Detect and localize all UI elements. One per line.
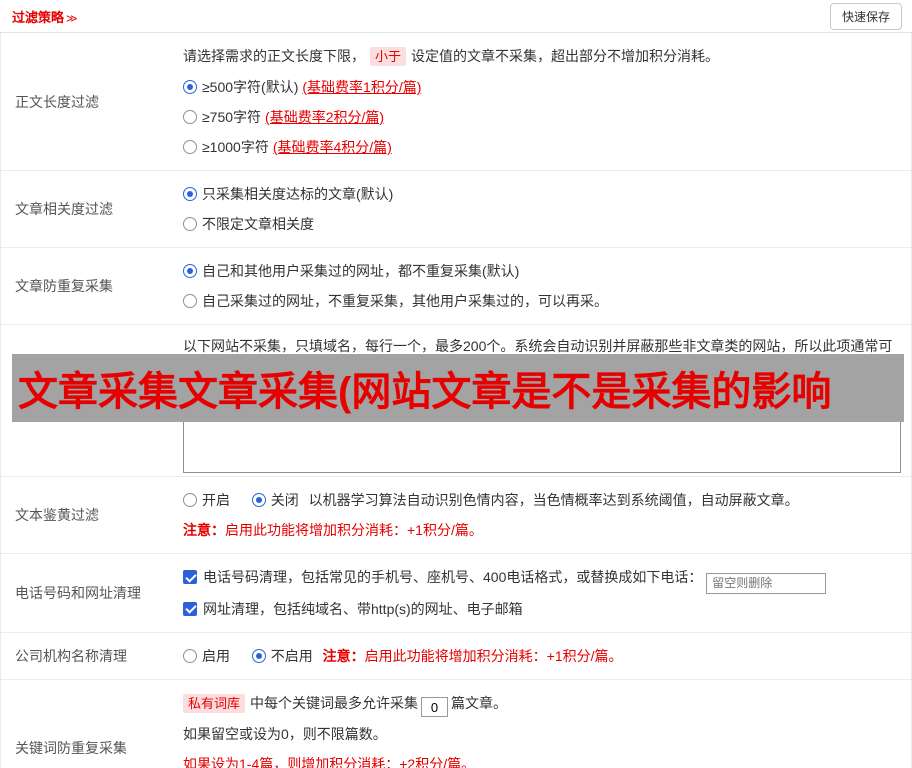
relevance-option-any[interactable]: 不限定文章相关度 [183,209,901,239]
option-label: ≥500字符(默认) [202,79,299,95]
porn-desc: 以机器学习算法自动识别色情内容，当色情概率达到系统阈值，自动屏蔽文章。 [308,492,799,508]
porn-option-on[interactable]: 开启 [183,492,230,508]
dedupe-option-self[interactable]: 自己采集过的网址，不重复采集，其他用户采集过的，可以再采。 [183,286,901,316]
porn-options-line: 开启 关闭 以机器学习算法自动识别色情内容，当色情概率达到系统阈值，自动屏蔽文章… [183,485,901,515]
length-intro: 请选择需求的正文长度下限， 小于 设定值的文章不采集，超出部分不增加积分消耗。 [183,41,901,72]
row-content-dedupe: 自己和其他用户采集过的网址，都不重复采集(默认) 自己采集过的网址，不重复采集，… [183,248,911,324]
row-company-cleanup: 公司机构名称清理 启用 不启用 注意：启用此功能将增加积分消耗：+1积分/篇。 [1,633,911,680]
row-content-porn: 开启 关闭 以机器学习算法自动识别色情内容，当色情概率达到系统阈值，自动屏蔽文章… [183,477,911,553]
option-label: 电话号码清理，包括常见的手机号、座机号、400电话格式，或替换成如下电话： [203,569,703,585]
checkbox-icon[interactable] [183,570,197,584]
topbar: 过滤策略 ≫ 快速保存 [0,0,912,33]
row-keyword-dedupe: 关键词防重复采集 私有词库中每个关键词最多允许采集 篇文章。 如果留空或设为0，则… [1,680,911,768]
company-note: 注意：启用此功能将增加积分消耗：+1积分/篇。 [323,648,623,664]
length-option-500[interactable]: ≥500字符(默认) (基础费率1积分/篇) [183,72,901,102]
note-prefix: 注意： [183,522,225,538]
note-body: 启用此功能将增加积分消耗：+1积分/篇。 [225,522,483,538]
porn-option-off[interactable]: 关闭 [251,492,299,508]
row-label-keyword: 关键词防重复采集 [15,740,127,756]
option-label: 只采集相关度达标的文章(默认) [202,186,394,202]
radio-icon[interactable] [183,140,197,154]
dedupe-option-global[interactable]: 自己和其他用户采集过的网址，都不重复采集(默认) [183,256,901,286]
length-option-750[interactable]: ≥750字符 (基础费率2积分/篇) [183,102,901,132]
radio-icon[interactable] [251,648,266,663]
private-thesaurus-tag: 私有词库 [183,693,246,713]
option-label: 网址清理，包括纯域名、带http(s)的网址、电子邮箱 [203,600,523,617]
option-label: 不启用 [270,647,313,664]
length-intro-post: 设定值的文章不采集，超出部分不增加积分消耗。 [411,48,720,64]
row-content-company: 启用 不启用 注意：启用此功能将增加积分消耗：+1积分/篇。 [183,633,911,679]
keyword-line-1: 私有词库中每个关键词最多允许采集 篇文章。 [183,688,901,719]
length-option-1000[interactable]: ≥1000字符 (基础费率4积分/篇) [183,132,901,162]
collapse-chevron-icon: ≫ [66,12,78,25]
row-label-length: 正文长度过滤 [15,93,99,110]
relevance-option-strict[interactable]: 只采集相关度达标的文章(默认) [183,179,901,209]
watermark-text: 文章采集文章采集(网站文章是不是采集的影响 [18,370,832,414]
row-content-keyword: 私有词库中每个关键词最多允许采集 篇文章。 如果留空或设为0，则不限篇数。 如果设… [183,680,911,768]
row-label-relevance: 文章相关度过滤 [15,201,113,217]
row-phone-url-cleanup: 电话号码和网址清理 电话号码清理，包括常见的手机号、座机号、400电话格式，或替… [1,554,911,633]
option-label: ≥1000字符 [202,139,269,155]
less-than-tag: 小于 [370,47,407,66]
note-body: 启用此功能将增加积分消耗：+1积分/篇。 [364,647,623,664]
note-prefix: 注意： [322,647,365,664]
radio-icon[interactable] [183,187,197,201]
radio-icon[interactable] [183,110,197,124]
option-label: 启用 [202,647,230,664]
filter-strategy-page: 过滤策略 ≫ 快速保存 正文长度过滤 请选择需求的正文长度下限， 小于 设定值的文章不… [0,0,912,768]
radio-icon[interactable] [183,648,197,663]
keyword-line1-post: 篇文章。 [451,694,508,711]
page-title-text: 过滤策略 [12,9,65,25]
radio-icon[interactable] [183,264,197,278]
row-content-phone: 电话号码清理，包括常见的手机号、座机号、400电话格式，或替换成如下电话： 网址… [183,554,911,632]
watermark-overlay-banner: 文章采集文章采集(网站文章是不是采集的影响 [12,354,904,422]
row-label-dedupe: 文章防重复采集 [15,278,113,294]
option-label: 自己采集过的网址，不重复采集，其他用户采集过的，可以再采。 [202,293,608,309]
page-title[interactable]: 过滤策略 ≫ [12,7,78,26]
row-label-porn: 文本鉴黄过滤 [15,507,99,523]
row-porn-filter: 文本鉴黄过滤 开启 关闭 以机器学习算法自动识别色情内容，当色情概率达到系统阈值… [1,477,911,554]
row-content-relevance: 只采集相关度达标的文章(默认) 不限定文章相关度 [183,171,911,247]
option-label: 自己和其他用户采集过的网址，都不重复采集(默认) [202,263,520,279]
fee-label: (基础费率4积分/篇) [272,139,392,155]
fee-label: (基础费率2积分/篇) [265,109,385,125]
row-relevance-filter: 文章相关度过滤 只采集相关度达标的文章(默认) 不限定文章相关度 [1,171,911,248]
max-articles-input[interactable] [421,697,449,717]
radio-icon[interactable] [183,80,197,94]
option-label: ≥750字符 [202,109,262,125]
keyword-line1-mid: 中每个关键词最多允许采集 [250,694,419,711]
keyword-line-2: 如果留空或设为0，则不限篇数。 [183,725,387,742]
radio-icon[interactable] [183,493,197,507]
option-label: 关闭 [270,492,299,508]
radio-icon[interactable] [183,217,197,231]
company-option-on[interactable]: 启用 [183,648,230,664]
quick-save-button[interactable]: 快速保存 [829,2,902,30]
phone-cleanup-option[interactable]: 电话号码清理，包括常见的手机号、座机号、400电话格式，或替换成如下电话： [183,562,901,594]
radio-icon[interactable] [183,294,197,308]
radio-icon[interactable] [251,493,266,507]
company-option-off[interactable]: 不启用 [251,647,313,664]
replacement-phone-input[interactable] [706,572,827,594]
keyword-line-3: 如果设为1-4篇，则增加积分消耗：+2积分/篇。 [183,755,476,768]
porn-note: 注意：启用此功能将增加积分消耗：+1积分/篇。 [183,515,901,545]
url-cleanup-option[interactable]: 网址清理，包括纯域名、带http(s)的网址、电子邮箱 [183,594,901,624]
row-label-company: 公司机构名称清理 [15,647,127,664]
option-label: 不限定文章相关度 [202,216,314,232]
length-intro-pre: 请选择需求的正文长度下限， [183,48,365,64]
checkbox-icon[interactable] [183,601,197,616]
option-label: 开启 [202,492,230,508]
row-length-filter: 正文长度过滤 请选择需求的正文长度下限， 小于 设定值的文章不采集，超出部分不增加积… [1,33,911,171]
row-label-phone: 电话号码和网址清理 [15,584,141,601]
row-dedupe: 文章防重复采集 自己和其他用户采集过的网址，都不重复采集(默认) 自己采集过的网… [1,248,911,325]
fee-label: (基础费率1积分/篇) [302,79,422,95]
row-content-length: 请选择需求的正文长度下限， 小于 设定值的文章不采集，超出部分不增加积分消耗。 ≥5… [183,33,911,170]
company-options-line: 启用 不启用 注意：启用此功能将增加积分消耗：+1积分/篇。 [183,641,901,671]
